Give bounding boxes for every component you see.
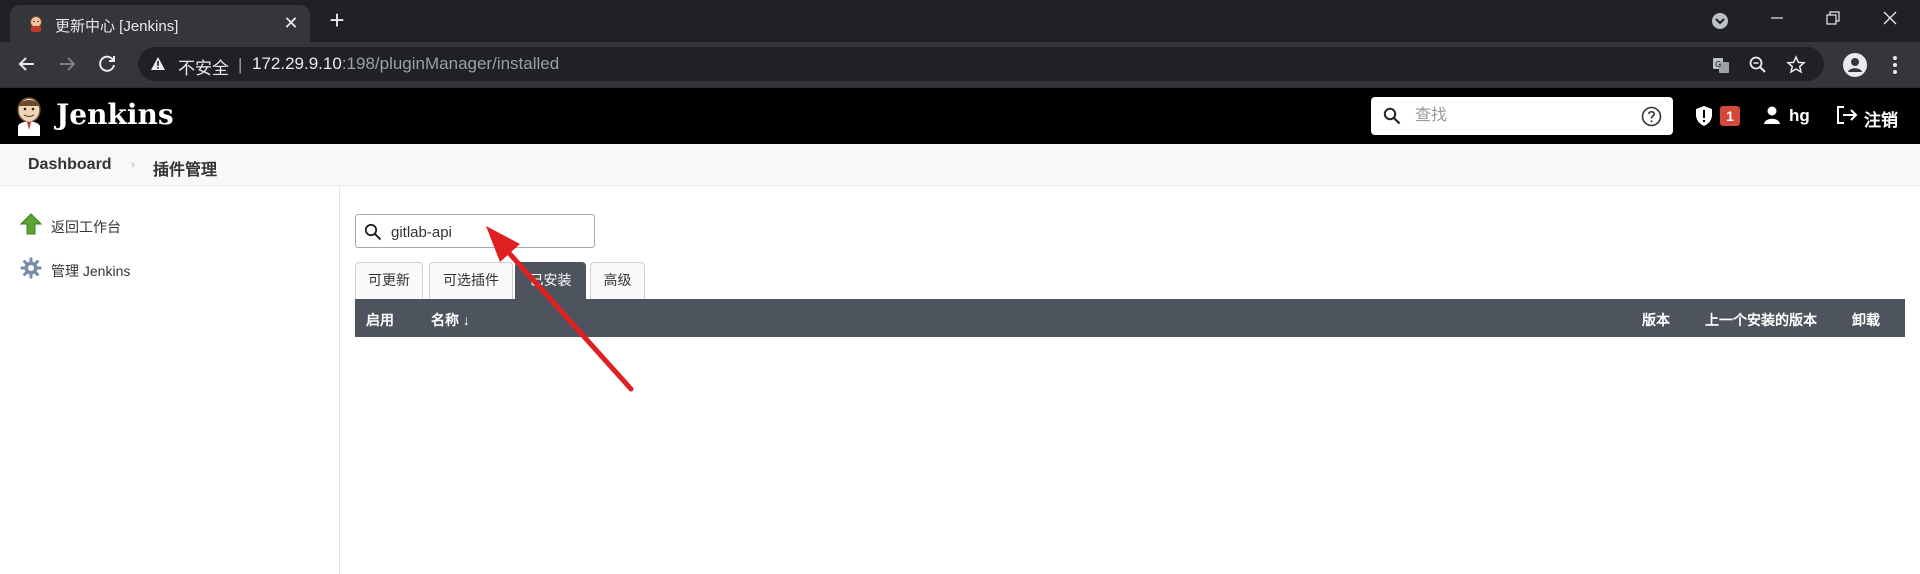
help-icon[interactable]	[1641, 106, 1662, 127]
tab-updates[interactable]: 可更新	[355, 262, 423, 299]
translate-icon[interactable]: G	[1711, 55, 1731, 75]
tab-available[interactable]: 可选插件	[429, 262, 513, 299]
sidebar-item-manage-jenkins[interactable]: 管理 Jenkins	[20, 256, 320, 282]
minimize-icon[interactable]	[1762, 6, 1792, 36]
browser-tab-title: 更新中心 [Jenkins]	[55, 18, 179, 35]
breadcrumb: Dashboard › 插件管理	[0, 144, 1920, 186]
jenkins-logo-icon[interactable]	[14, 96, 44, 136]
new-tab-button[interactable]: +	[324, 7, 350, 34]
address-url[interactable]: 172.29.9.10:198/pluginManager/installed	[252, 54, 559, 74]
svg-text:G: G	[1715, 60, 1721, 69]
breadcrumb-separator-icon: ›	[131, 157, 135, 171]
jenkins-header: Jenkins 1 hg 注销	[0, 88, 1920, 144]
plugin-filter-box[interactable]	[355, 214, 595, 248]
plugin-filter-input[interactable]	[391, 221, 581, 243]
up-arrow-icon	[20, 213, 42, 235]
shield-alert-icon	[1696, 106, 1712, 126]
column-previous-version[interactable]: 上一个安装的版本	[1705, 310, 1817, 330]
sidebar-item-label: 返回工作台	[51, 219, 121, 235]
security-badge: 1	[1720, 106, 1740, 126]
forward-icon[interactable]	[54, 51, 80, 77]
address-separator: |	[238, 55, 243, 74]
browser-menu-icon[interactable]	[1882, 52, 1908, 78]
window-close-icon[interactable]	[1876, 6, 1906, 36]
column-version[interactable]: 版本	[1642, 310, 1670, 330]
sidebar-item-back-to-dashboard[interactable]: 返回工作台	[20, 212, 320, 238]
username-label: hg	[1789, 106, 1810, 125]
search-icon	[1383, 107, 1401, 125]
browser-toolbar: 不安全 | 172.29.9.10:198/pluginManager/inst…	[0, 42, 1920, 88]
warning-triangle-icon[interactable]	[150, 56, 166, 72]
side-panel: 返回工作台 管理 Jenkins	[0, 186, 340, 574]
reload-icon[interactable]	[94, 51, 120, 77]
sidebar-item-label: 管理 Jenkins	[51, 263, 131, 279]
breadcrumb-plugin-manager[interactable]: 插件管理	[153, 156, 217, 180]
logout-label: 注销	[1864, 111, 1898, 130]
column-name[interactable]: 名称 ↓	[431, 310, 470, 330]
restore-icon[interactable]	[1818, 6, 1848, 36]
bookmark-star-icon[interactable]	[1786, 55, 1806, 75]
back-icon[interactable]	[14, 51, 40, 77]
column-enabled[interactable]: 启用	[366, 310, 394, 330]
browser-tab-strip: 更新中心 [Jenkins] ✕ +	[0, 0, 1920, 42]
gear-icon	[20, 257, 42, 279]
user-icon	[1764, 106, 1780, 124]
tab-search-icon[interactable]	[1710, 11, 1730, 31]
breadcrumb-dashboard[interactable]: Dashboard	[28, 156, 112, 174]
jenkins-title[interactable]: Jenkins	[56, 98, 174, 131]
address-host: 172.29.9.10	[252, 54, 342, 73]
jenkins-search-input[interactable]	[1415, 105, 1635, 127]
address-path: :198/pluginManager/installed	[341, 54, 560, 73]
jenkins-favicon-icon	[30, 16, 42, 32]
security-monitor-button[interactable]: 1	[1690, 104, 1744, 128]
plugins-table-header: 启用 名称 ↓ 版本 上一个安装的版本 卸载	[355, 299, 1905, 337]
profile-icon[interactable]	[1842, 52, 1868, 78]
zoom-icon[interactable]	[1748, 55, 1768, 75]
tab-installed[interactable]: 已安装	[515, 262, 586, 299]
address-bar[interactable]: 不安全 | 172.29.9.10:198/pluginManager/inst…	[138, 47, 1824, 81]
tab-close-icon[interactable]: ✕	[280, 12, 302, 34]
jenkins-search-box[interactable]	[1371, 97, 1673, 135]
security-status-label[interactable]: 不安全	[178, 54, 229, 79]
column-uninstall[interactable]: 卸载	[1852, 310, 1880, 330]
logout-icon	[1837, 106, 1858, 124]
browser-tab[interactable]: 更新中心 [Jenkins] ✕	[10, 5, 310, 42]
logout-button[interactable]: 注销	[1836, 103, 1920, 130]
tab-advanced[interactable]: 高级	[590, 262, 645, 299]
search-icon	[364, 223, 382, 241]
